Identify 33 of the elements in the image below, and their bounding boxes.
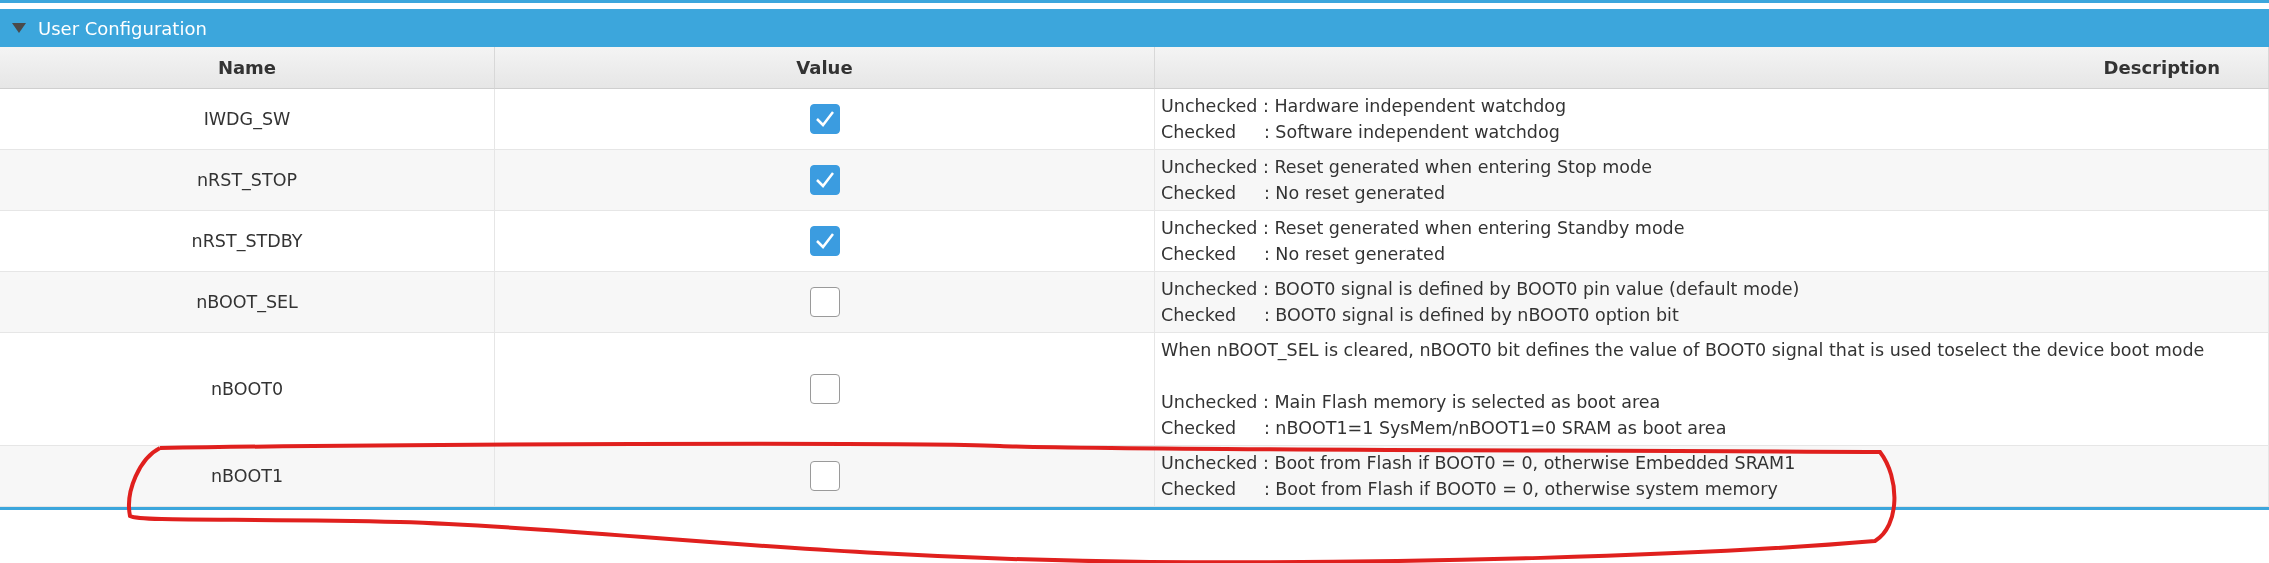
description-line: Checked : No reset generated — [1161, 243, 1446, 266]
checkbox[interactable] — [809, 374, 840, 404]
option-name: nBOOT_SEL — [196, 290, 298, 315]
caret-icon — [12, 22, 26, 34]
checkbox[interactable] — [809, 226, 840, 256]
column-header: Value — [796, 56, 853, 80]
description-line: Unchecked : Reset generated when entering Standby mode — [1161, 217, 1686, 240]
description-line: Checked : Boot from Flash if BOOT0 = 0, otherwise system memory — [1161, 478, 1779, 501]
option-name: nBOOT0 — [210, 377, 284, 401]
description-line: Checked : nBOOT1=1 SysMem/nBOOT1=0 SRAM as boot area — [1161, 417, 1728, 440]
column-header: Name — [217, 56, 277, 80]
description-line: Checked : Software independent watchdog — [1161, 121, 1561, 144]
option-name: nBOOT1 — [210, 464, 284, 488]
option-name: nRST_STDBY — [191, 229, 303, 254]
check-icon — [814, 110, 835, 128]
description-line: Unchecked : Hardware independent watchdog — [1161, 95, 1568, 118]
check-icon — [814, 232, 835, 250]
checkbox[interactable] — [809, 165, 840, 195]
description-line: Checked : No reset generated — [1161, 182, 1446, 205]
section-header[interactable]: User Configuration — [0, 9, 2269, 47]
description-line: Unchecked : BOOT0 signal is defined by BOOT0 pin value (default mode) — [1161, 278, 1801, 301]
description-line: Unchecked : Main Flash memory is selected as boot area — [1161, 391, 1662, 414]
description-line: Unchecked : Reset generated when entering Stop mode — [1161, 156, 1653, 179]
checkbox[interactable] — [809, 287, 840, 317]
checkbox[interactable] — [809, 104, 840, 134]
option-name: IWDG_SW — [203, 107, 291, 132]
column-header: Description — [2103, 56, 2220, 80]
checkbox[interactable] — [809, 461, 840, 491]
description-line: Unchecked : Boot from Flash if BOOT0 = 0, otherwise Embedded SRAM1 — [1161, 452, 1797, 475]
description-line: When nBOOT_SEL is cleared, nBOOT0 bit defines the value of BOOT0 signal that is used toselect the device boot mode — [1161, 339, 2206, 363]
check-icon — [814, 171, 835, 189]
description-line: Checked : BOOT0 signal is defined by nBOOT0 option bit — [1161, 304, 1680, 327]
option-name: nRST_STOP — [197, 168, 297, 193]
